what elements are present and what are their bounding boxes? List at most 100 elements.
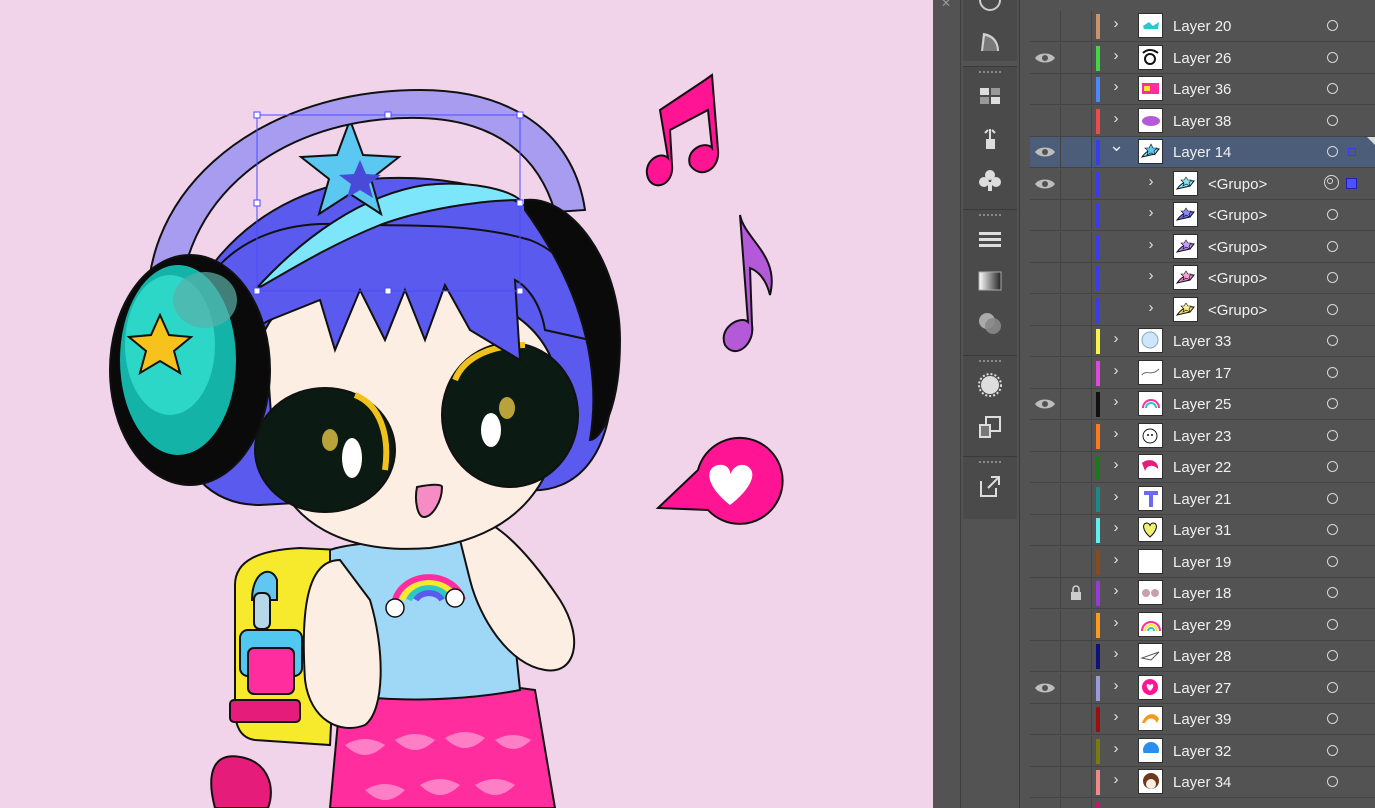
target-circle-icon[interactable]: [1327, 744, 1338, 756]
expand-chevron-icon[interactable]: ›: [1109, 110, 1123, 127]
lock-toggle[interactable]: [1061, 326, 1092, 356]
visibility-toggle[interactable]: [1030, 168, 1061, 199]
layer-row[interactable]: › Layer 39: [1030, 704, 1375, 735]
layer-name[interactable]: <Grupo>: [1208, 239, 1267, 256]
target-circle-icon[interactable]: [1327, 20, 1338, 31]
visibility-toggle[interactable]: [1030, 546, 1061, 577]
expand-chevron-icon[interactable]: ›: [1144, 204, 1158, 221]
selection-indicator[interactable]: [1346, 177, 1357, 189]
layer-name[interactable]: Layer 38: [1173, 113, 1231, 130]
visibility-toggle[interactable]: [1030, 515, 1061, 545]
lock-toggle[interactable]: [1061, 263, 1092, 293]
target-circle-icon[interactable]: [1324, 174, 1339, 190]
target-circle-icon[interactable]: [1327, 555, 1338, 567]
expand-chevron-icon[interactable]: ›: [1109, 488, 1123, 505]
lock-toggle[interactable]: [1061, 609, 1092, 640]
lock-toggle[interactable]: [1061, 389, 1092, 419]
lock-toggle[interactable]: [1061, 357, 1092, 388]
target-circle-icon[interactable]: [1327, 303, 1338, 315]
layer-name[interactable]: <Grupo>: [1208, 270, 1267, 287]
lock-toggle[interactable]: [1061, 546, 1092, 577]
visibility-toggle[interactable]: [1030, 578, 1061, 608]
layer-name[interactable]: Layer 33: [1173, 333, 1231, 350]
visibility-toggle[interactable]: [1030, 326, 1061, 356]
lock-toggle[interactable]: [1061, 641, 1092, 671]
target-circle-icon[interactable]: [1327, 240, 1338, 252]
target-circle-icon[interactable]: [1327, 492, 1338, 504]
expand-chevron-icon[interactable]: ›: [1109, 78, 1123, 95]
layer-row[interactable]: ⌄ Layer 14: [1030, 135, 1375, 168]
artboard-canvas[interactable]: [0, 0, 933, 808]
lock-toggle[interactable]: [1061, 452, 1092, 482]
target-circle-icon[interactable]: [1327, 51, 1338, 63]
layer-row[interactable]: › Layer 36: [1030, 74, 1375, 105]
lock-toggle[interactable]: [1061, 137, 1092, 167]
visibility-toggle[interactable]: [1030, 452, 1061, 482]
target-circle-icon[interactable]: [1327, 114, 1338, 126]
layer-row[interactable]: › Layer 20: [1030, 11, 1375, 42]
visibility-toggle[interactable]: [1030, 483, 1061, 514]
lock-toggle[interactable]: [1061, 704, 1092, 734]
visibility-toggle[interactable]: [1030, 767, 1061, 797]
layer-row[interactable]: › Layer 28: [1030, 641, 1375, 672]
layer-row[interactable]: › Layer 26: [1030, 42, 1375, 74]
export-icon[interactable]: [963, 465, 1017, 507]
layer-row[interactable]: › Layer 17: [1030, 357, 1375, 389]
target-circle-icon[interactable]: [1327, 83, 1338, 94]
lock-toggle[interactable]: [1061, 231, 1092, 262]
layer-name[interactable]: Layer 27: [1173, 680, 1231, 697]
stroke-icon[interactable]: [963, 218, 1017, 260]
layer-row[interactable]: › Layer 27: [1030, 672, 1375, 704]
layer-row[interactable]: › Layer 29: [1030, 609, 1375, 641]
layer-name[interactable]: Layer 19: [1173, 554, 1231, 571]
layer-name[interactable]: Layer 36: [1173, 81, 1231, 98]
artboards-icon[interactable]: [963, 406, 1017, 448]
layer-row[interactable]: › Layer 18: [1030, 578, 1375, 609]
layer-row[interactable]: › Layer 34: [1030, 767, 1375, 798]
close-icon[interactable]: ✕: [941, 0, 951, 10]
expand-chevron-icon[interactable]: ›: [1109, 456, 1123, 473]
target-circle-icon[interactable]: [1327, 524, 1338, 535]
layer-name[interactable]: Layer 39: [1173, 711, 1231, 728]
target-circle-icon[interactable]: [1327, 681, 1338, 693]
layer-name[interactable]: Layer 26: [1173, 50, 1231, 67]
expand-chevron-icon[interactable]: ›: [1109, 362, 1123, 379]
target-circle-icon[interactable]: [1327, 461, 1338, 472]
transparency-icon[interactable]: [963, 302, 1017, 344]
sublayer-row[interactable]: › <Grupo>: [1030, 168, 1375, 200]
target-circle-icon[interactable]: [1327, 398, 1338, 409]
visibility-toggle[interactable]: [1030, 798, 1061, 808]
visibility-toggle[interactable]: [1030, 263, 1061, 293]
layer-row[interactable]: › Layer 23: [1030, 420, 1375, 452]
target-circle-icon[interactable]: [1327, 429, 1338, 441]
layer-row[interactable]: › Layer 32: [1030, 735, 1375, 767]
expand-chevron-icon[interactable]: ›: [1109, 15, 1123, 32]
lock-toggle[interactable]: [1061, 105, 1092, 136]
layer-name[interactable]: Layer 21: [1173, 491, 1231, 508]
layer-name[interactable]: <Grupo>: [1208, 207, 1267, 224]
globe-icon[interactable]: [963, 0, 1017, 21]
symbol-sprayer-icon[interactable]: [963, 117, 1017, 159]
layer-name[interactable]: Layer 18: [1173, 585, 1231, 602]
layer-row[interactable]: › Layer 38: [1030, 105, 1375, 137]
layer-row[interactable]: › Layer 25: [1030, 389, 1375, 420]
visibility-toggle[interactable]: [1030, 42, 1061, 73]
visibility-toggle[interactable]: [1030, 105, 1061, 136]
target-circle-icon[interactable]: [1327, 335, 1338, 346]
expand-chevron-icon[interactable]: ›: [1109, 47, 1123, 64]
visibility-toggle[interactable]: [1030, 420, 1061, 451]
visibility-toggle[interactable]: [1030, 704, 1061, 734]
visibility-toggle[interactable]: [1030, 11, 1061, 41]
layer-name[interactable]: Layer 28: [1173, 648, 1231, 665]
expand-chevron-icon[interactable]: ›: [1109, 645, 1123, 662]
visibility-toggle[interactable]: [1030, 641, 1061, 671]
target-circle-icon[interactable]: [1327, 587, 1338, 598]
layer-name[interactable]: <Grupo>: [1208, 176, 1267, 193]
layer-name[interactable]: Layer 31: [1173, 522, 1231, 539]
target-circle-icon[interactable]: [1327, 776, 1338, 787]
layer-row[interactable]: › Layer 22: [1030, 452, 1375, 483]
layer-name[interactable]: Layer 14: [1173, 144, 1231, 161]
selection-indicator[interactable]: [1348, 148, 1356, 156]
visibility-toggle[interactable]: [1030, 137, 1061, 167]
expand-chevron-icon[interactable]: ›: [1144, 173, 1158, 190]
